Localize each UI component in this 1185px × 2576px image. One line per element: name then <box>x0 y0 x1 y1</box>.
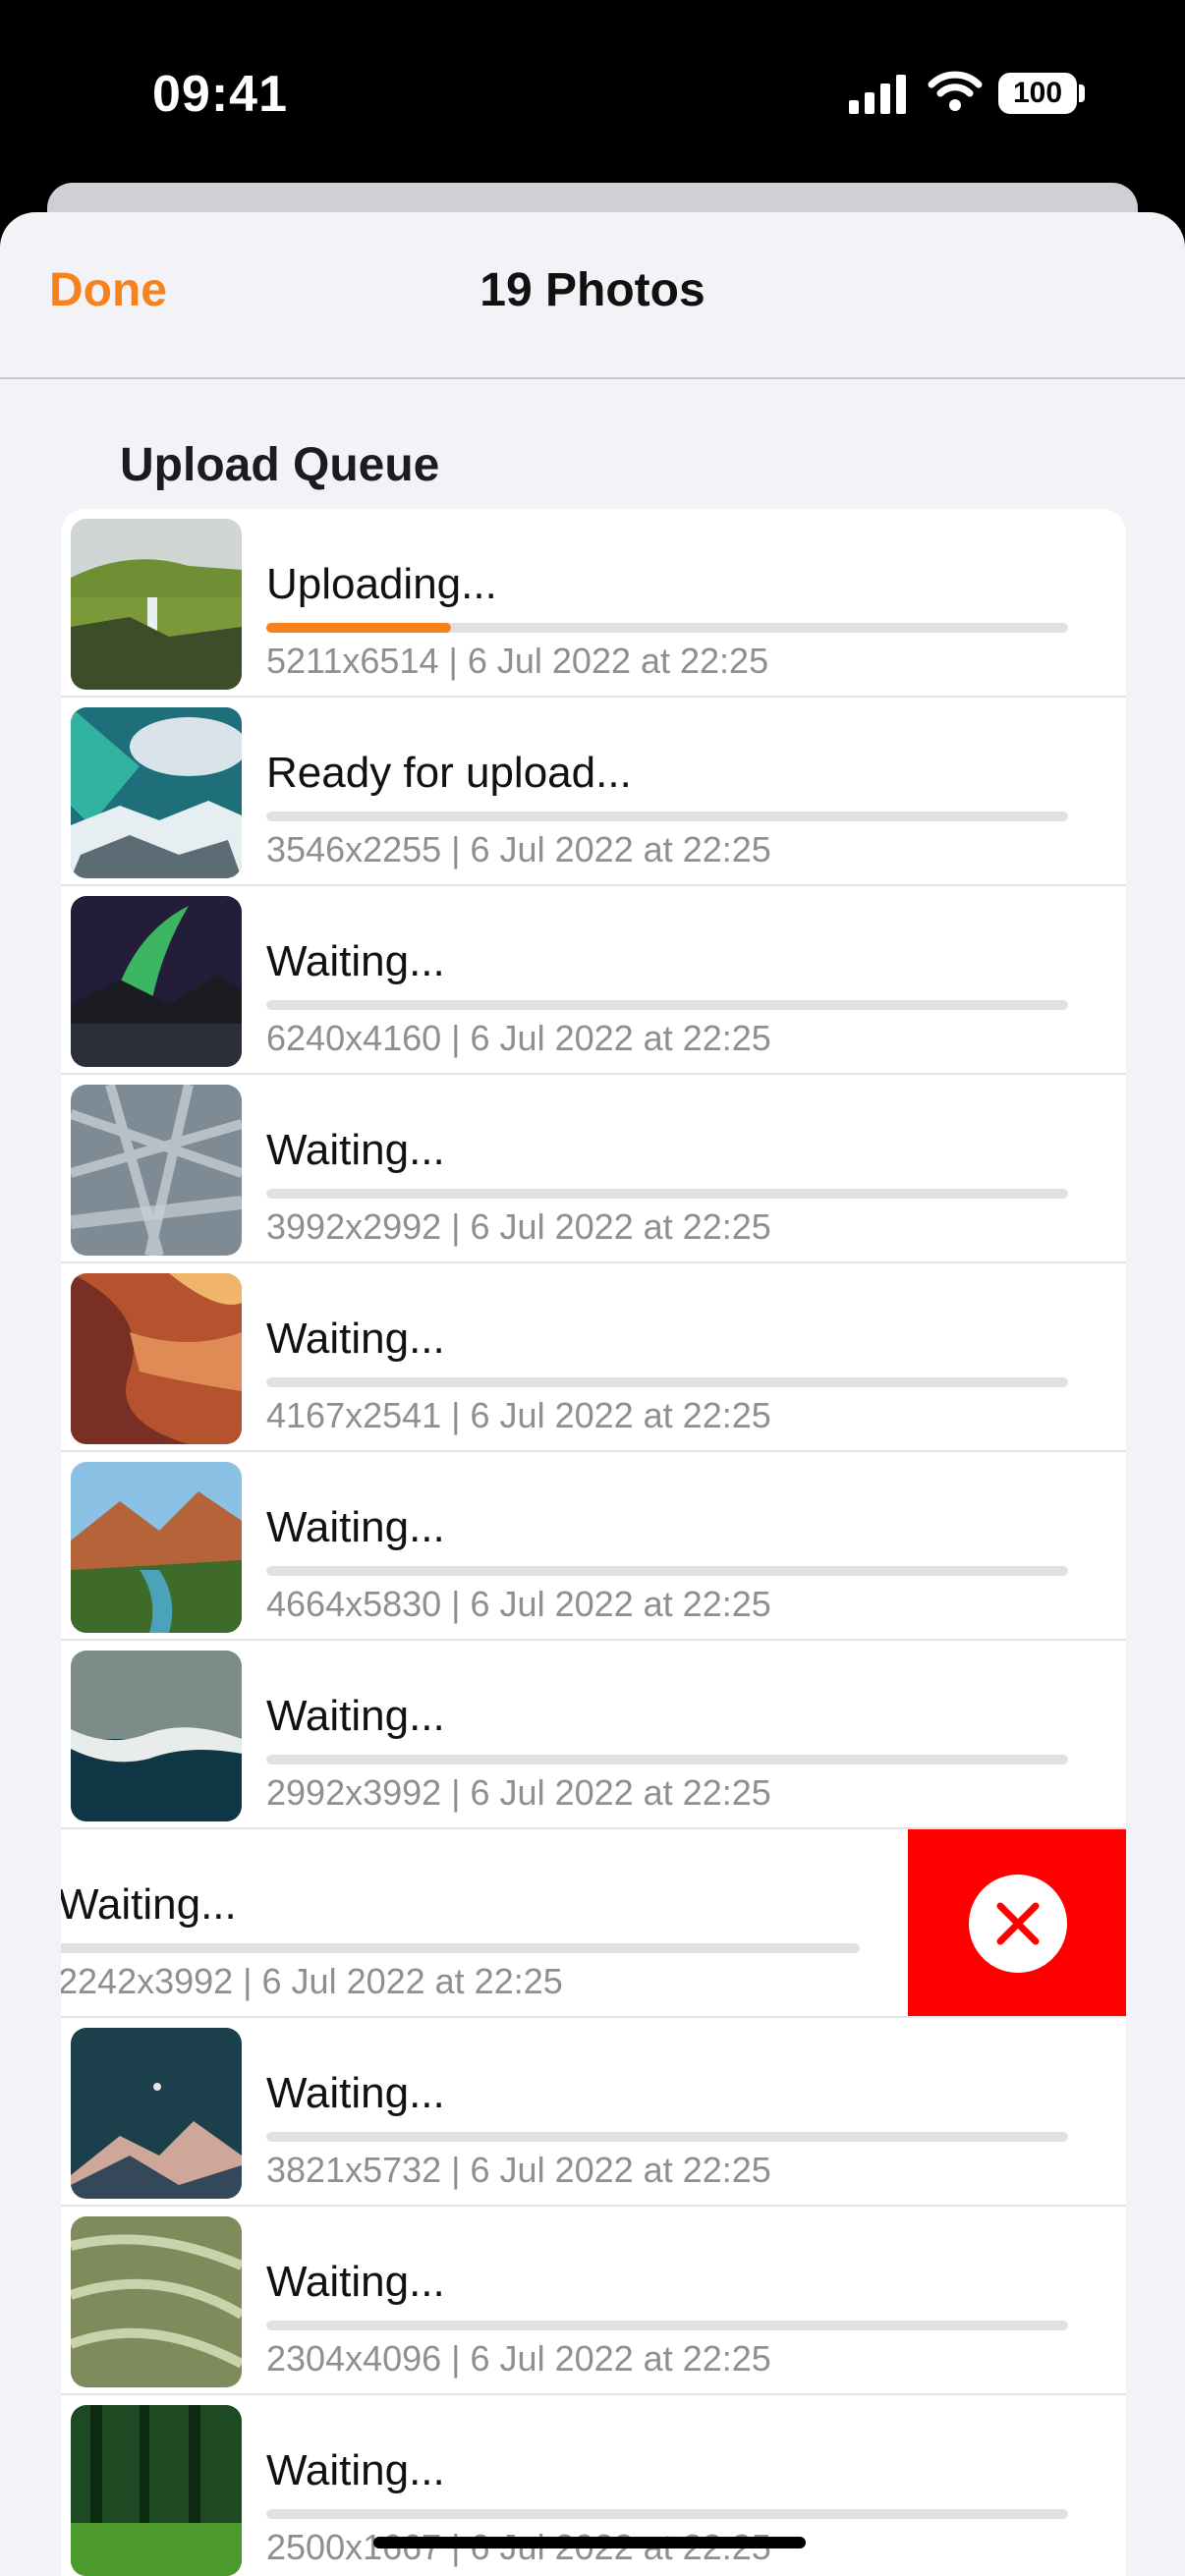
page-title: 19 Photos <box>480 264 705 316</box>
upload-progress-bar <box>266 1189 1068 1199</box>
photo-details: 5211x6514 | 6 Jul 2022 at 22:25 <box>266 641 769 681</box>
photo-details: 3992x2992 | 6 Jul 2022 at 22:25 <box>266 1206 771 1247</box>
upload-progress-bar <box>266 2509 1068 2519</box>
status-time: 09:41 <box>152 66 288 123</box>
battery-icon: 100 <box>998 73 1077 114</box>
upload-status: Ready for upload... <box>266 749 632 797</box>
photo-thumbnail <box>71 2216 242 2387</box>
photo-details: 4167x2541 | 6 Jul 2022 at 22:25 <box>266 1395 771 1435</box>
swiped-row-content: Waiting... 2242x3992 | 6 Jul 2022 at 22:… <box>61 1829 918 2018</box>
battery-nub <box>1079 84 1085 102</box>
photo-details: 4664x5830 | 6 Jul 2022 at 22:25 <box>266 1584 771 1624</box>
upload-progress-bar <box>266 1566 1068 1576</box>
home-indicator <box>373 2537 806 2548</box>
cellular-signal-icon <box>849 75 906 114</box>
upload-progress-bar <box>266 1377 1068 1387</box>
photo-thumbnail <box>71 1085 242 1256</box>
photo-thumbnail <box>71 519 242 690</box>
status-bar: 09:41 100 <box>0 0 1185 187</box>
list-item[interactable]: Waiting... 3821x5732 | 6 Jul 2022 at 22:… <box>61 2018 1126 2207</box>
upload-queue-list: Uploading... 5211x6514 | 6 Jul 2022 at 2… <box>61 509 1126 2576</box>
upload-status: Uploading... <box>266 560 497 608</box>
photo-details: 6240x4160 | 6 Jul 2022 at 22:25 <box>266 1018 771 1058</box>
upload-progress-bar <box>266 623 1068 633</box>
photo-thumbnail <box>71 896 242 1067</box>
photo-details: 3821x5732 | 6 Jul 2022 at 22:25 <box>266 2150 771 2190</box>
list-item[interactable]: Waiting... 2500x1667 | 6 Jul 2022 at 22:… <box>61 2395 1126 2576</box>
list-item[interactable]: Waiting... 4664x5830 | 6 Jul 2022 at 22:… <box>61 1452 1126 1641</box>
list-item[interactable]: Waiting... 2304x4096 | 6 Jul 2022 at 22:… <box>61 2207 1126 2395</box>
upload-status: Waiting... <box>266 2446 445 2494</box>
upload-status: Waiting... <box>266 1503 445 1551</box>
list-item[interactable]: Waiting... 3992x2992 | 6 Jul 2022 at 22:… <box>61 1075 1126 1263</box>
list-item[interactable]: Waiting... 6240x4160 | 6 Jul 2022 at 22:… <box>61 886 1126 1075</box>
list-item[interactable]: Waiting... 2992x3992 | 6 Jul 2022 at 22:… <box>61 1641 1126 1829</box>
upload-status: Waiting... <box>266 2069 445 2117</box>
photo-thumbnail <box>71 1462 242 1633</box>
section-header: Upload Queue <box>120 439 440 491</box>
photo-thumbnail <box>71 1273 242 1444</box>
photo-thumbnail <box>71 2405 242 2576</box>
photo-details: 2304x4096 | 6 Jul 2022 at 22:25 <box>266 2338 771 2379</box>
upload-queue-sheet: Done 19 Photos Upload Queue Uploading...… <box>0 212 1185 2576</box>
navigation-bar: Done 19 Photos <box>0 212 1185 379</box>
wifi-icon <box>928 71 983 111</box>
upload-status: Waiting... <box>266 1126 445 1174</box>
photo-thumbnail <box>71 1651 242 1821</box>
battery-level: 100 <box>1012 77 1063 109</box>
upload-status: Waiting... <box>266 2258 445 2306</box>
upload-status: Waiting... <box>61 1880 237 1929</box>
photo-thumbnail <box>71 707 242 878</box>
list-item[interactable]: Waiting... 4167x2541 | 6 Jul 2022 at 22:… <box>61 1263 1126 1452</box>
upload-status: Waiting... <box>266 1692 445 1740</box>
upload-progress-bar <box>266 2321 1068 2330</box>
list-item-swiped[interactable]: Waiting... 2242x3992 | 6 Jul 2022 at 22:… <box>61 1829 1126 2018</box>
upload-progress-bar <box>266 812 1068 821</box>
list-item[interactable]: Ready for upload... 3546x2255 | 6 Jul 20… <box>61 698 1126 886</box>
upload-status: Waiting... <box>266 1315 445 1363</box>
upload-progress-bar <box>266 1000 1068 1010</box>
delete-circle <box>969 1875 1067 1973</box>
list-item[interactable]: Uploading... 5211x6514 | 6 Jul 2022 at 2… <box>61 509 1126 698</box>
delete-button[interactable] <box>908 1829 1126 2016</box>
photo-details: 2992x3992 | 6 Jul 2022 at 22:25 <box>266 1772 771 1813</box>
photo-thumbnail <box>71 2028 242 2199</box>
upload-progress-bar <box>266 2132 1068 2142</box>
upload-status: Waiting... <box>266 937 445 985</box>
upload-progress-fill <box>266 623 451 633</box>
photo-details: 3546x2255 | 6 Jul 2022 at 22:25 <box>266 829 771 869</box>
upload-progress-bar <box>61 1943 860 1953</box>
photo-details: 2242x3992 | 6 Jul 2022 at 22:25 <box>61 1961 563 2001</box>
upload-progress-bar <box>266 1755 1068 1764</box>
close-icon <box>996 1902 1040 1945</box>
